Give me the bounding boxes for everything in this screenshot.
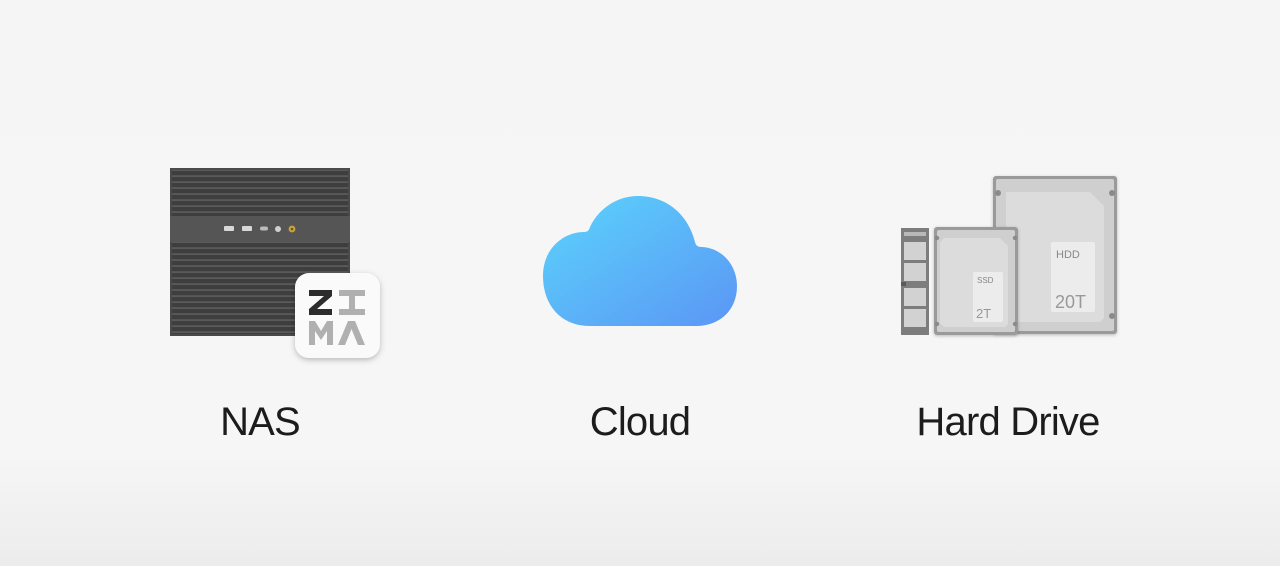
ssd-type-label: SSD bbox=[977, 276, 994, 285]
option-nas[interactable]: NAS bbox=[110, 0, 410, 566]
option-hard-drive[interactable]: HDD 20T SSD 2T Hard Drive bbox=[858, 0, 1158, 566]
option-cloud[interactable]: Cloud bbox=[490, 0, 790, 566]
nas-device-icon bbox=[170, 168, 380, 358]
ssd-capacity-label: 2T bbox=[976, 306, 991, 321]
cloud-icon bbox=[543, 196, 737, 326]
hdd-type-label: HDD bbox=[1056, 249, 1080, 261]
zima-logo bbox=[295, 273, 380, 358]
m2-stick-icon bbox=[901, 228, 929, 335]
option-label: NAS bbox=[220, 400, 301, 444]
option-label: Cloud bbox=[589, 400, 691, 444]
hdd-capacity-label: 20T bbox=[1055, 292, 1086, 312]
option-label: Hard Drive bbox=[916, 400, 1100, 444]
hard-drive-icon: HDD 20T SSD 2T bbox=[901, 176, 1117, 335]
